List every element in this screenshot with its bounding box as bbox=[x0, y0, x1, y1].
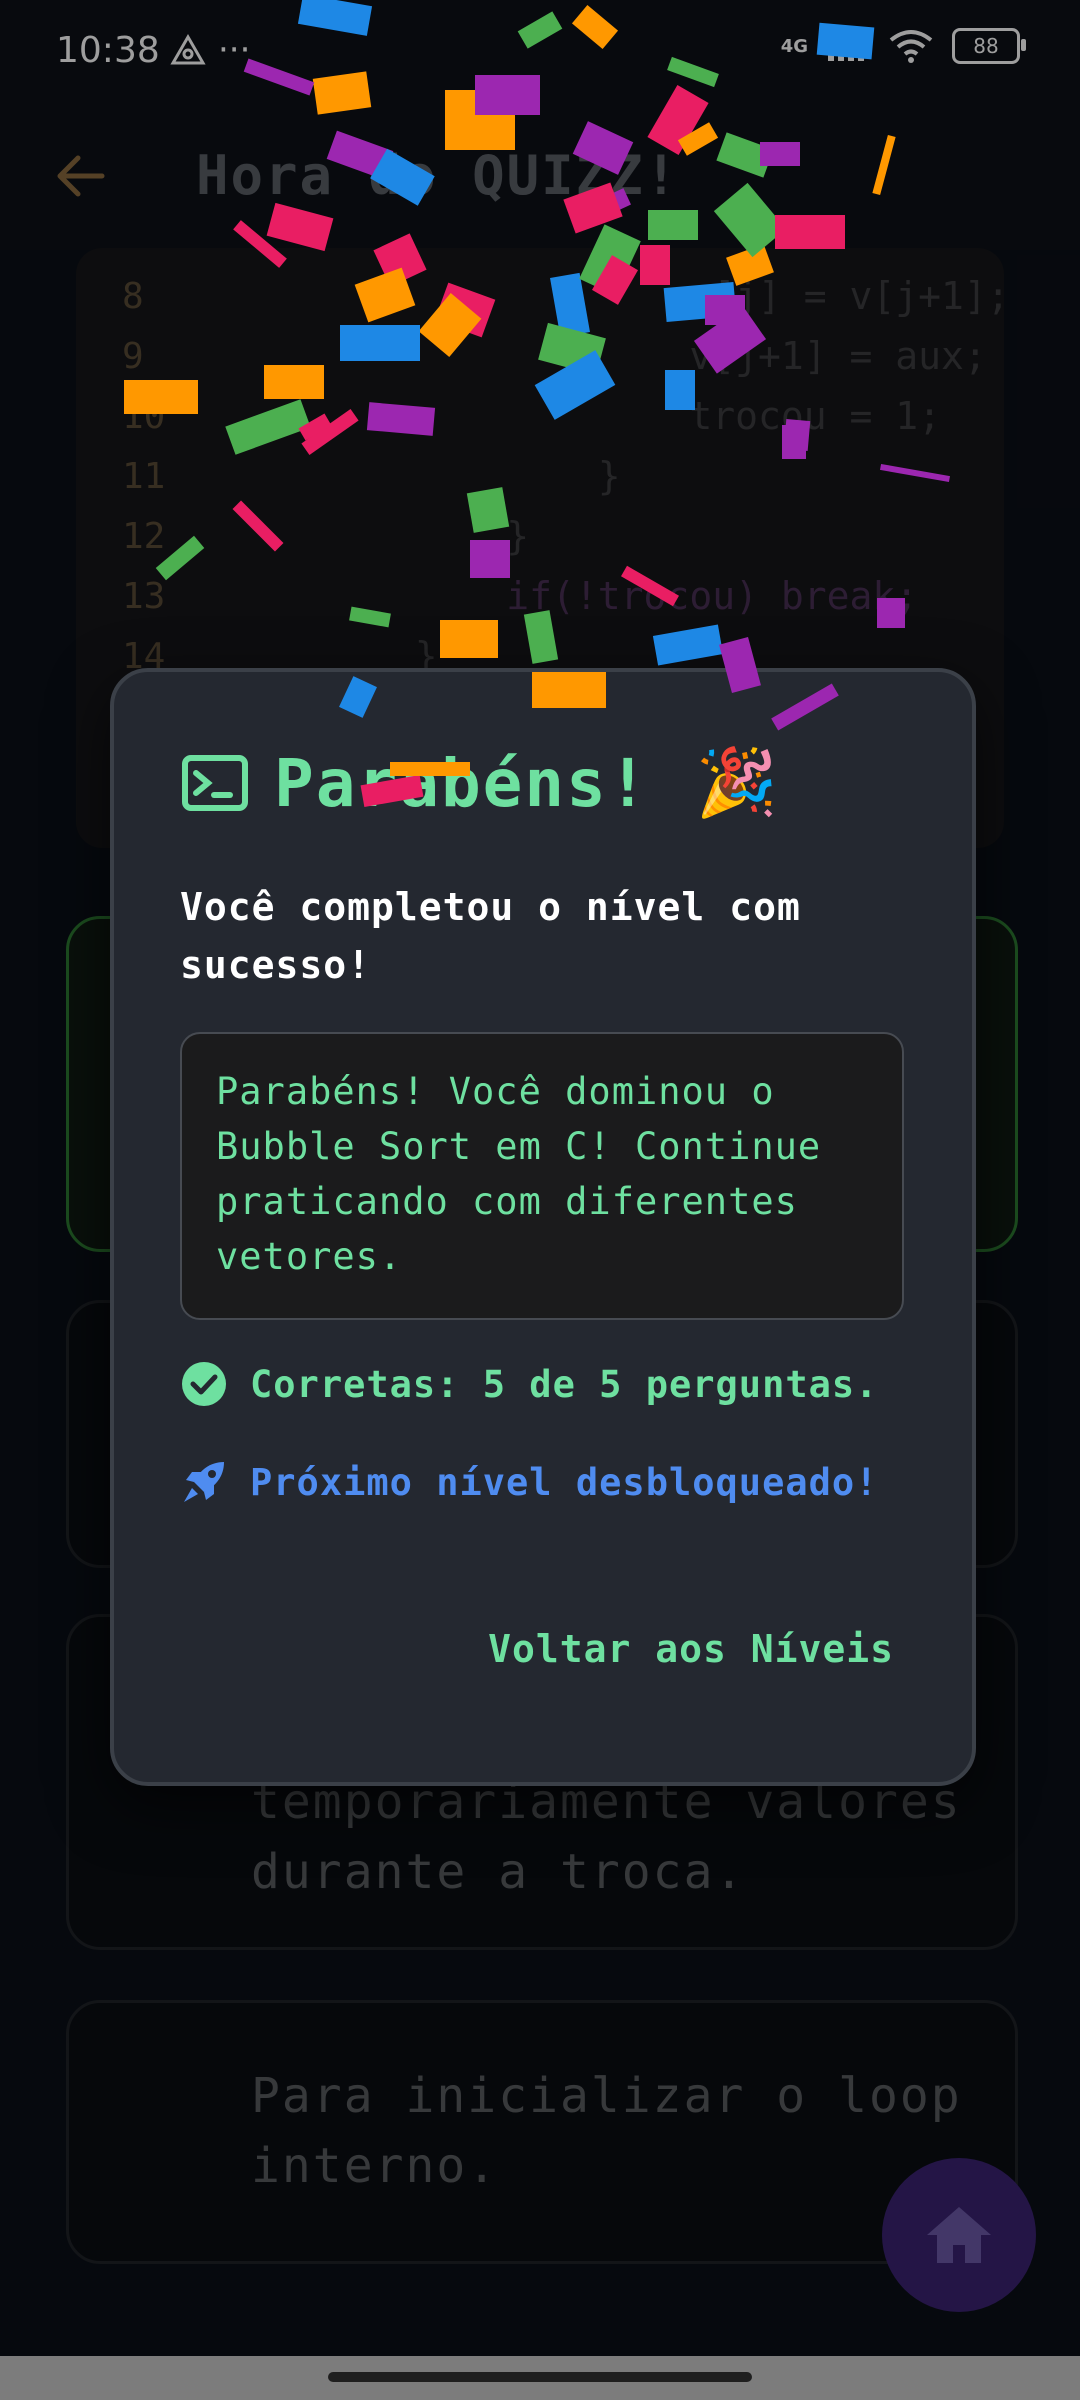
dialog-title: Parabéns! bbox=[274, 744, 650, 822]
rocket-icon bbox=[184, 1462, 224, 1502]
correct-count-row: Corretas: 5 de 5 perguntas. bbox=[180, 1360, 878, 1408]
message-text: Parabéns! Você dominou o Bubble Sort em … bbox=[216, 1070, 822, 1278]
next-level-row: Próximo nível desbloqueado! bbox=[180, 1458, 878, 1506]
dialog-header: Parabéns! 🎉 bbox=[182, 744, 778, 822]
dialog-subtitle: Você completou o nível com sucesso! bbox=[180, 885, 801, 987]
next-level-text: Próximo nível desbloqueado! bbox=[250, 1460, 879, 1504]
message-box: Parabéns! Você dominou o Bubble Sort em … bbox=[180, 1032, 904, 1320]
success-dialog: Parabéns! 🎉 Você completou o nível com s… bbox=[110, 668, 976, 1786]
check-circle-icon bbox=[182, 1362, 226, 1406]
party-popper-icon: 🎉 bbox=[695, 744, 778, 821]
terminal-icon bbox=[182, 755, 248, 811]
back-to-levels-button[interactable]: Voltar aos Níveis bbox=[474, 1612, 894, 1686]
correct-count-text: Corretas: 5 de 5 perguntas. bbox=[250, 1362, 879, 1406]
